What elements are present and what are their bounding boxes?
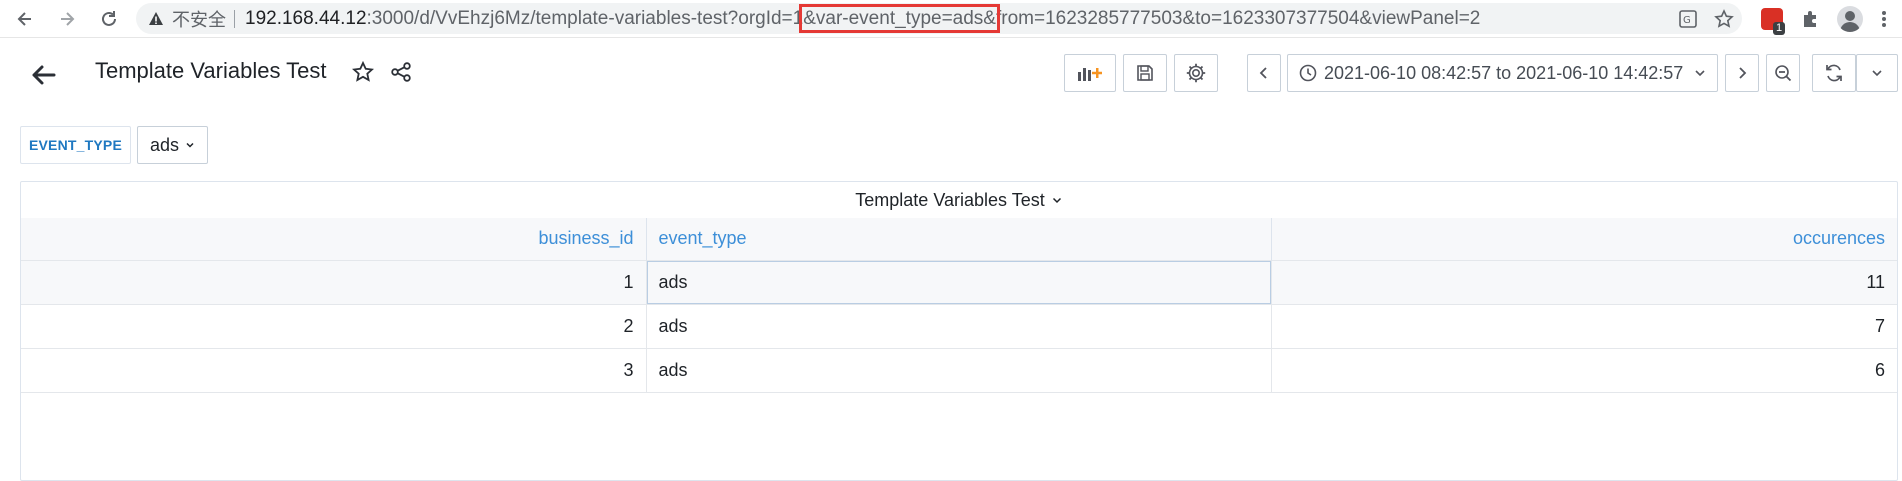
extension-badge-bg: 1 — [1761, 8, 1786, 35]
refresh-interval-dropdown[interactable] — [1856, 54, 1898, 92]
column-header-business-id[interactable]: business_id — [21, 218, 647, 260]
warning-icon[interactable] — [140, 3, 172, 34]
url-path-before: :3000/d/VvEhzj6Mz/template-variables-tes… — [366, 7, 804, 29]
panel-title[interactable]: Template Variables Test — [21, 182, 1897, 218]
table-row: 3 ads 6 — [21, 347, 1897, 393]
browser-toolbar: 不安全 192.168.44.12:3000/d/VvEhzj6Mz/templ… — [0, 0, 1902, 38]
zoom-out-button[interactable] — [1766, 54, 1800, 92]
clock-icon — [1299, 64, 1317, 82]
table-cell: 7 — [1271, 303, 1897, 348]
variable-select-event-type[interactable]: ads — [137, 126, 208, 164]
table-cell: 11 — [1271, 259, 1897, 304]
save-dashboard-button[interactable] — [1123, 54, 1167, 92]
table-cell: ads — [646, 303, 1272, 348]
browser-back-icon[interactable] — [6, 0, 44, 38]
table-row: 2 ads 7 — [21, 303, 1897, 348]
add-panel-icon — [1078, 68, 1102, 81]
add-panel-button[interactable] — [1064, 54, 1116, 92]
chevron-left-icon — [1259, 67, 1267, 79]
table-row: 1 ads 11 — [21, 259, 1897, 304]
table-cell: 2 — [21, 303, 647, 348]
back-arrow-icon[interactable] — [28, 60, 58, 90]
settings-button[interactable] — [1174, 54, 1218, 92]
profile-avatar-icon[interactable] — [1832, 1, 1868, 37]
omnibox-divider — [234, 9, 235, 28]
time-range-label: 2021-06-10 08:42:57 to 2021-06-10 14:42:… — [1324, 62, 1684, 83]
share-icon[interactable] — [390, 61, 412, 88]
table-cell: 3 — [21, 347, 647, 393]
table-cell: 1 — [21, 259, 647, 304]
chevron-right-icon — [1739, 67, 1747, 79]
dashboard-header: Template Variables Test 2021-06-10 08:42… — [0, 38, 1902, 108]
avatar — [1837, 6, 1863, 32]
time-shift-back-button[interactable] — [1247, 54, 1281, 92]
address-bar[interactable]: 不安全 192.168.44.12:3000/d/VvEhzj6Mz/templ… — [136, 3, 1742, 34]
insecure-label: 不安全 — [172, 9, 226, 30]
chevron-down-icon — [1872, 70, 1882, 77]
chevron-down-icon — [186, 142, 194, 148]
favorite-star-icon[interactable] — [351, 60, 375, 88]
browser-menu-icon[interactable] — [1866, 1, 1902, 37]
puzzle-extensions-icon[interactable] — [1792, 1, 1828, 37]
table-cell: ads — [646, 347, 1272, 393]
variable-label-event-type: EVENT_TYPE — [20, 126, 131, 164]
bookmark-star-icon[interactable] — [1706, 1, 1742, 37]
extension-count-badge: 1 — [1773, 22, 1786, 35]
chevron-down-icon — [1052, 197, 1061, 204]
time-shift-forward-button[interactable] — [1725, 54, 1759, 92]
browser-reload-icon[interactable] — [90, 0, 128, 38]
column-header-occurences[interactable]: occurences — [1271, 218, 1897, 260]
chevron-down-icon — [1695, 70, 1705, 77]
data-table: business_id event_type occurences 1 ads … — [21, 218, 1897, 393]
gear-icon — [1186, 63, 1206, 83]
translate-icon[interactable]: G — [1670, 1, 1706, 37]
time-range-picker[interactable]: 2021-06-10 08:42:57 to 2021-06-10 14:42:… — [1287, 54, 1718, 92]
url-text: 192.168.44.12:3000/d/VvEhzj6Mz/template-… — [245, 3, 1481, 33]
refresh-button[interactable] — [1812, 54, 1856, 92]
url-path-after: from=1623285777503&to=1623307377504&view… — [995, 7, 1481, 29]
omnibox-actions: G — [1670, 3, 1742, 34]
variable-value: ads — [149, 134, 180, 155]
table-header-row: business_id event_type occurences — [21, 218, 1897, 260]
extension-red-icon[interactable]: 1 — [1754, 1, 1790, 37]
table-cell: 6 — [1271, 347, 1897, 393]
browser-forward-icon[interactable] — [48, 0, 86, 38]
url-host: 192.168.44.12 — [245, 7, 367, 29]
dashboard-title: Template Variables Test — [95, 58, 327, 83]
column-header-event-type[interactable]: event_type — [646, 218, 1272, 260]
svg-text:G: G — [1683, 15, 1691, 26]
save-icon — [1137, 65, 1153, 81]
panel-title-text: Template Variables Test — [855, 189, 1045, 210]
zoom-out-icon — [1775, 65, 1792, 82]
url-highlighted-param: &var-event_type=ads& — [799, 3, 1000, 33]
table-panel: Template Variables Test business_id even… — [20, 181, 1898, 481]
table-cell: ads — [646, 259, 1272, 304]
refresh-icon — [1826, 64, 1842, 82]
